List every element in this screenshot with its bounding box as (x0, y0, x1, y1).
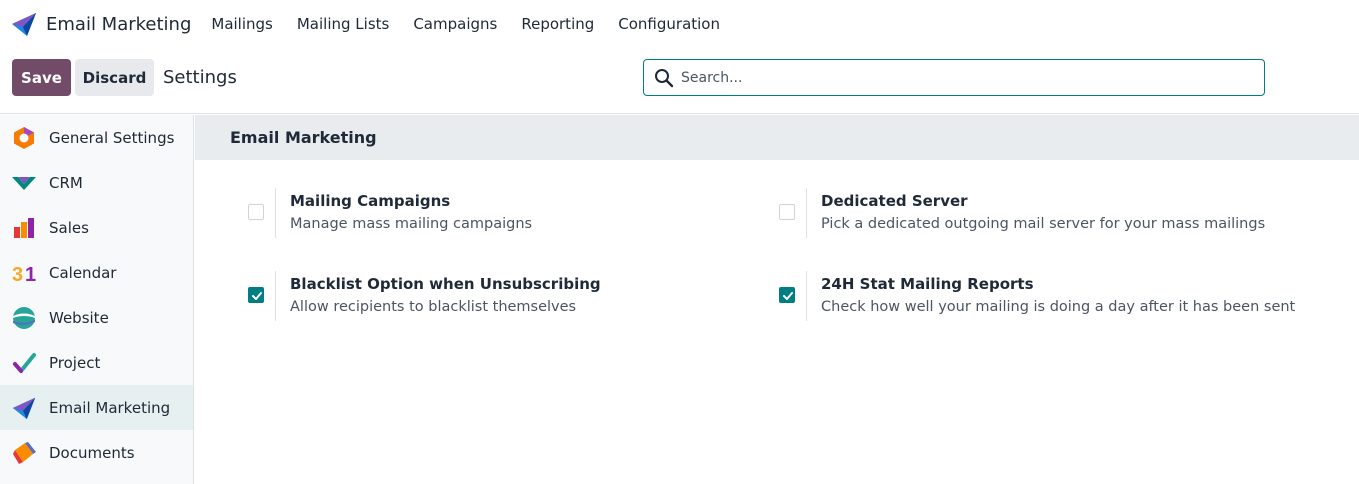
top-navbar: Email Marketing Mailings Mailing Lists C… (0, 0, 1359, 48)
setting-title: Mailing Campaigns (290, 192, 451, 210)
setting-blacklist-option: Blacklist Option when Unsubscribing Allo… (195, 271, 715, 321)
settings-content: Email Marketing Mailing Campaigns Manage… (195, 115, 1359, 484)
menu-mailings[interactable]: Mailings (211, 15, 272, 33)
setting-description: Manage mass mailing campaigns (290, 216, 533, 232)
website-icon (11, 305, 37, 331)
svg-text:3: 3 (12, 264, 23, 286)
blacklist-option-checkbox[interactable] (248, 287, 264, 303)
setting-title: Dedicated Server (821, 192, 968, 210)
email-marketing-icon (11, 395, 37, 421)
search-input[interactable] (681, 69, 1241, 86)
sidebar-item-label: Project (49, 353, 101, 372)
sidebar-item-crm[interactable]: CRM (0, 160, 193, 205)
sidebar-item-project[interactable]: Project (0, 340, 193, 385)
calendar-icon: 3 1 (11, 260, 37, 286)
documents-icon (11, 440, 37, 466)
setting-description: Check how well your mailing is doing a d… (821, 299, 1296, 315)
sales-icon (11, 215, 37, 241)
menu-configuration[interactable]: Configuration (618, 15, 720, 33)
setting-divider (806, 271, 807, 321)
crm-icon (11, 170, 37, 196)
discard-button[interactable]: Discard (75, 59, 154, 96)
sidebar-item-label: Email Marketing (49, 398, 171, 417)
menu-reporting[interactable]: Reporting (521, 15, 594, 33)
settings-sidebar: General Settings CRM Sales 3 1 Calendar … (0, 115, 194, 484)
email-marketing-app-icon (10, 10, 38, 38)
dedicated-server-checkbox[interactable] (779, 204, 795, 220)
project-icon (11, 350, 37, 376)
sidebar-item-calendar[interactable]: 3 1 Calendar (0, 250, 193, 295)
control-panel: Save Discard Settings (0, 48, 1359, 114)
setting-title: 24H Stat Mailing Reports (821, 275, 1034, 293)
sidebar-item-label: General Settings (49, 128, 175, 147)
sidebar-item-documents[interactable]: Documents (0, 430, 193, 475)
checkmark-icon (252, 292, 262, 300)
menu-campaigns[interactable]: Campaigns (413, 15, 497, 33)
section-title: Email Marketing (195, 115, 1359, 160)
mailing-campaigns-checkbox[interactable] (248, 204, 264, 220)
page-title: Settings (163, 67, 237, 88)
setting-mailing-campaigns: Mailing Campaigns Manage mass mailing ca… (195, 188, 715, 238)
sidebar-item-general-settings[interactable]: General Settings (0, 115, 193, 160)
sidebar-item-website[interactable]: Website (0, 295, 193, 340)
setting-divider (275, 271, 276, 321)
stat-reports-checkbox[interactable] (779, 287, 795, 303)
sidebar-item-label: CRM (49, 173, 83, 192)
setting-description: Pick a dedicated outgoing mail server fo… (821, 216, 1266, 232)
sidebar-item-label: Documents (49, 443, 135, 462)
sidebar-item-label: Calendar (49, 263, 117, 282)
app-title: Email Marketing (46, 13, 192, 35)
checkmark-icon (783, 292, 793, 300)
setting-title: Blacklist Option when Unsubscribing (290, 275, 601, 293)
setting-description: Allow recipients to blacklist themselves (290, 299, 577, 315)
setting-divider (275, 188, 276, 238)
setting-dedicated-server: Dedicated Server Pick a dedicated outgoi… (726, 188, 1265, 238)
sidebar-item-sales[interactable]: Sales (0, 205, 193, 250)
save-button[interactable]: Save (12, 59, 71, 96)
sidebar-item-label: Website (49, 308, 109, 327)
setting-divider (806, 188, 807, 238)
menu-mailing-lists[interactable]: Mailing Lists (297, 15, 389, 33)
setting-24h-stat-reports: 24H Stat Mailing Reports Check how well … (726, 271, 1295, 321)
app-brand[interactable]: Email Marketing (10, 10, 211, 38)
general-settings-icon (11, 125, 37, 151)
search-icon (653, 67, 675, 89)
sidebar-item-email-marketing[interactable]: Email Marketing (0, 385, 193, 430)
sidebar-item-label: Sales (49, 218, 89, 237)
search-bar[interactable] (643, 59, 1265, 96)
svg-text:1: 1 (25, 264, 36, 286)
